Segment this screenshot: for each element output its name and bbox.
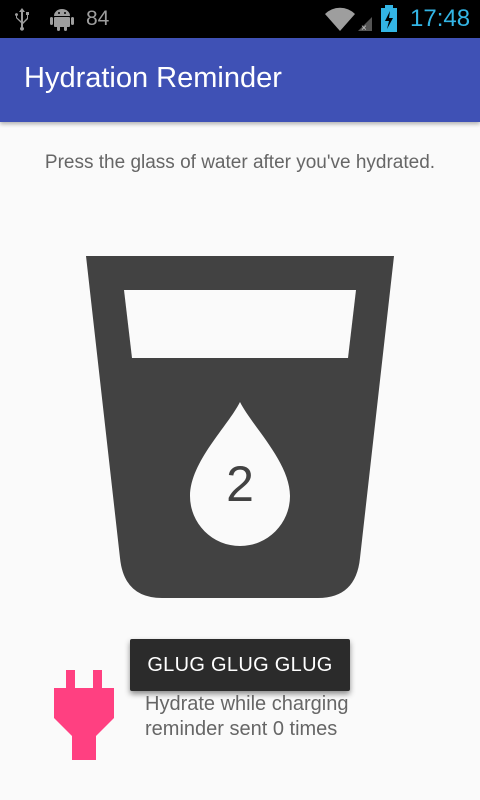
wifi-icon: ×	[324, 6, 374, 37]
app-title: Hydration Reminder	[24, 62, 282, 94]
water-count: 2	[226, 456, 254, 512]
instruction-text: Press the glass of water after you've hy…	[44, 152, 436, 173]
charging-reminder-line2: reminder sent 0 times	[145, 718, 338, 740]
clock-time: 17:48	[410, 5, 471, 32]
svg-text:×: ×	[361, 23, 367, 32]
app-bar: Hydration Reminder	[0, 38, 480, 122]
status-bar: 84 × 17:48	[0, 0, 480, 38]
battery-charging-icon	[380, 5, 398, 38]
android-debug-icon	[50, 6, 74, 37]
charging-reminder-line1: Hydrate while charging	[145, 693, 349, 715]
charging-reminder-text: Hydrate while charging reminder sent 0 t…	[145, 692, 348, 742]
glug-button[interactable]: GLUG GLUG GLUG	[130, 639, 350, 691]
usb-icon	[14, 7, 30, 36]
power-plug-icon	[52, 670, 116, 767]
water-glass-icon[interactable]	[86, 256, 394, 598]
notification-count: 84	[86, 7, 110, 30]
